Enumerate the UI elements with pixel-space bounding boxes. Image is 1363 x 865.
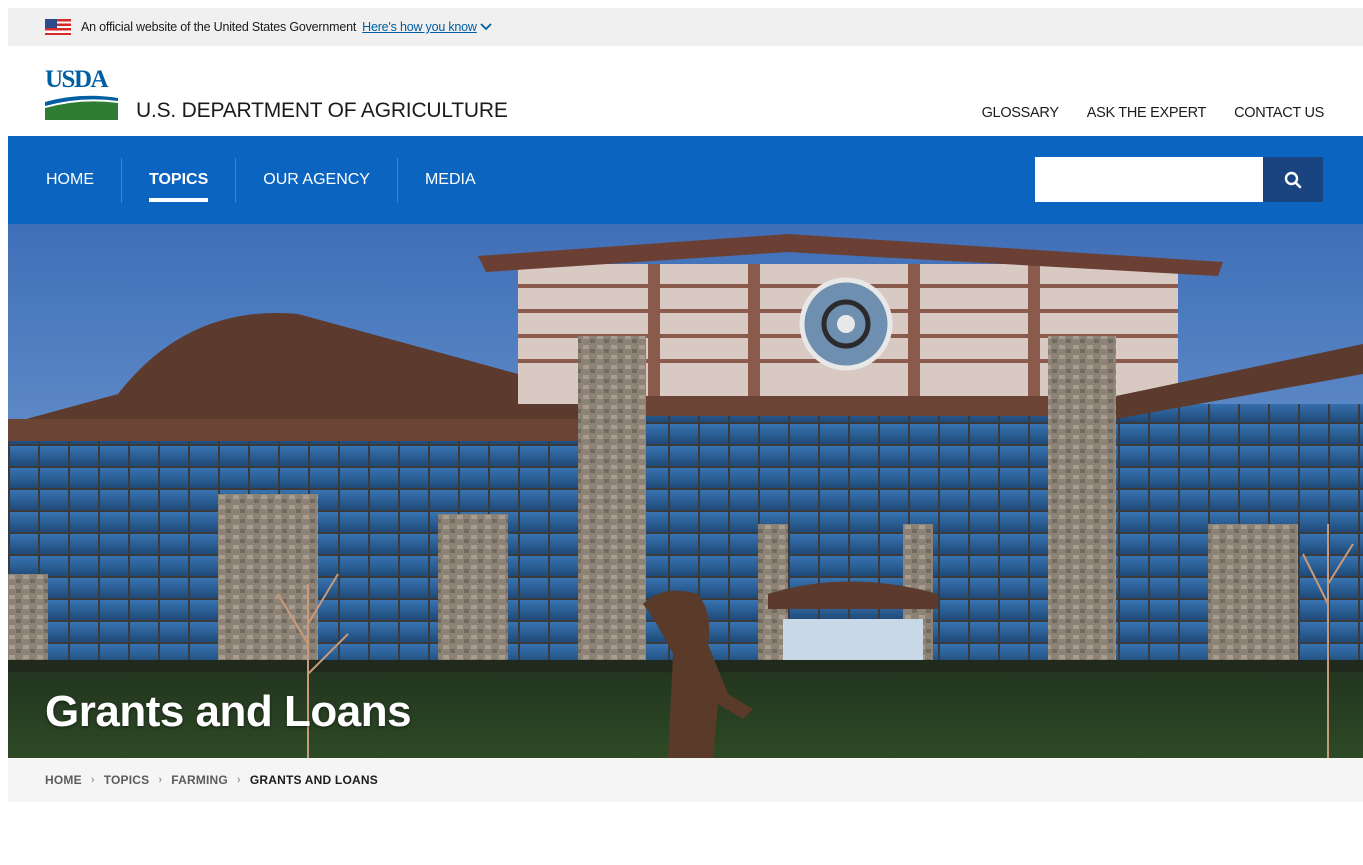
hero-banner: Grants and Loans [8, 224, 1363, 758]
chevron-down-icon [480, 23, 492, 31]
ask-the-expert-link[interactable]: ASK THE EXPERT [1087, 105, 1207, 121]
search-form [1035, 157, 1323, 202]
nav-item-media[interactable]: MEDIA [396, 157, 503, 203]
search-input[interactable] [1035, 157, 1263, 202]
nav-item-label: HOME [46, 171, 94, 188]
main-nav: HOME TOPICS OUR AGENCY MEDIA [8, 136, 1363, 224]
usda-logo[interactable]: USDA [45, 66, 118, 125]
heres-how-you-know-label: Here's how you know [362, 20, 477, 34]
heres-how-you-know-link[interactable]: Here's how you know [362, 20, 492, 34]
gov-banner: An official website of the United States… [8, 8, 1363, 46]
breadcrumb-current: GRANTS AND LOANS [249, 773, 378, 787]
usda-logo-mark-icon [45, 95, 118, 120]
glossary-link[interactable]: GLOSSARY [982, 105, 1059, 121]
breadcrumb-topics[interactable]: TOPICS [104, 773, 150, 787]
nav-item-label: MEDIA [424, 171, 476, 188]
search-button[interactable] [1263, 157, 1323, 202]
page-title: Grants and Loans [45, 687, 412, 736]
breadcrumb-separator-icon: › [158, 774, 163, 786]
nav-item-home[interactable]: HOME [8, 158, 121, 203]
hero-building-image [8, 224, 1363, 758]
department-name: U.S. DEPARTMENT OF AGRICULTURE [136, 99, 508, 122]
breadcrumb-separator-icon: › [236, 774, 241, 786]
nav-item-topics[interactable]: TOPICS [121, 157, 235, 203]
search-icon [1284, 171, 1302, 188]
gov-banner-text: An official website of the United States… [81, 20, 357, 34]
breadcrumb: HOME › TOPICS › FARMING › GRANTS AND LOA… [8, 758, 1363, 802]
breadcrumb-farming[interactable]: FARMING [171, 773, 228, 787]
breadcrumb-separator-icon: › [90, 774, 95, 786]
nav-item-label: TOPICS [149, 171, 209, 188]
us-flag-icon [45, 19, 71, 35]
site-header: USDA U.S. DEPARTMENT OF AGRICULTURE GLOS… [8, 46, 1363, 136]
utility-nav: GLOSSARY ASK THE EXPERT CONTACT US [982, 105, 1325, 121]
contact-us-link[interactable]: CONTACT US [1234, 105, 1324, 121]
nav-item-our-agency[interactable]: OUR AGENCY [235, 157, 397, 203]
nav-item-label: OUR AGENCY [263, 171, 370, 188]
usda-logo-text: USDA [45, 66, 109, 93]
breadcrumb-home[interactable]: HOME [45, 773, 82, 787]
